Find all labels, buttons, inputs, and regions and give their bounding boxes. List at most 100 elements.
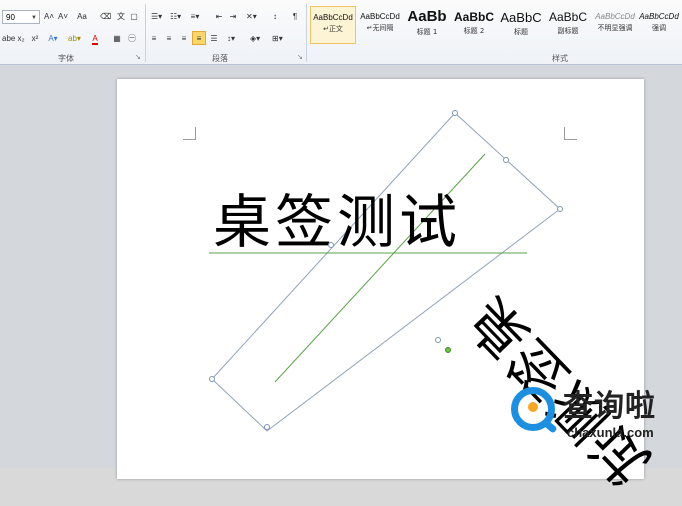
resize-handle[interactable]	[435, 337, 441, 343]
strikethrough-icon: abe	[2, 34, 16, 43]
char-border-button[interactable]: ▢	[129, 10, 139, 24]
style-heading-2[interactable]: AaBbC 标题 2	[451, 6, 497, 44]
superscript-button[interactable]: x²	[30, 32, 40, 46]
distribute-button[interactable]: ☰	[209, 32, 219, 46]
align-center-icon: ≡	[166, 34, 172, 43]
highlight-icon: ab▾	[68, 34, 81, 43]
style-normal[interactable]: AaBbCcDd ↵正文	[310, 6, 356, 44]
numbering-button[interactable]: ☷▾	[170, 10, 181, 24]
style-name: 标题	[514, 28, 528, 36]
style-preview: AaBbCcDd	[360, 12, 400, 21]
style-preview: AaBbC	[548, 10, 588, 24]
font-dialog-launcher-icon[interactable]: ↘	[135, 54, 142, 61]
style-preview: AaBbC	[500, 10, 542, 25]
shrink-font-icon: A˅	[58, 12, 69, 21]
resize-handle[interactable]	[328, 242, 334, 248]
char-scaling-button[interactable]: ✕▾	[246, 10, 257, 24]
watermark-logo: 查询啦 chaxunla.com	[505, 377, 675, 447]
text-effects-icon: A▾	[48, 34, 58, 43]
style-heading-1[interactable]: AaBb 标题 1	[404, 6, 450, 44]
enclose-char-icon: ㊀	[128, 34, 136, 43]
ribbon: 90 ▼ A˄ A˅ Aa ⌫ 文 ▢ abe x₂ x² A▾ ab▾ A ▦…	[0, 0, 682, 65]
decrease-indent-icon: ⇤	[215, 12, 223, 21]
clear-format-icon: ⌫	[100, 12, 112, 21]
subscript-button[interactable]: x₂	[16, 32, 26, 46]
style-subtle-emphasis[interactable]: AaBbCcDd 不明显强调	[592, 6, 638, 44]
change-case-button[interactable]: Aa	[77, 10, 87, 24]
style-subtitle[interactable]: AaBbC 副标题	[545, 6, 591, 44]
sort-icon: ↕	[273, 12, 277, 21]
resize-handle[interactable]	[452, 110, 458, 116]
distribute-icon: ☰	[210, 34, 218, 43]
style-preview: AaBb	[407, 8, 447, 25]
highlight-button[interactable]: ab▾	[68, 32, 81, 46]
char-scaling-icon: ✕▾	[246, 12, 257, 21]
shrink-font-button[interactable]: A˅	[58, 10, 68, 24]
style-name: 不明显强调	[597, 24, 633, 32]
magnifier-handle	[542, 419, 558, 434]
multilevel-list-button[interactable]: ≡▾	[190, 10, 200, 24]
style-preview: AaBbCcDd	[595, 12, 635, 21]
resize-handle[interactable]	[264, 424, 270, 430]
resize-handle[interactable]	[209, 376, 215, 382]
justify-button[interactable]: ≡	[192, 31, 206, 45]
borders-icon: ⊞▾	[272, 34, 283, 43]
style-emphasis[interactable]: AaBbCcDd 强调	[636, 6, 682, 44]
group-divider	[306, 4, 307, 62]
style-name: 标题 2	[463, 27, 485, 35]
resize-handle[interactable]	[557, 206, 563, 212]
paragraph-dialog-launcher-icon[interactable]: ↘	[297, 54, 304, 61]
text-effects-button[interactable]: A▾	[48, 32, 58, 46]
watermark-title: 查询啦	[563, 389, 656, 424]
align-left-icon: ≡	[151, 34, 157, 43]
show-marks-button[interactable]: ¶	[290, 10, 300, 24]
multilevel-list-icon: ≡▾	[190, 12, 200, 21]
font-group-label: 字体	[58, 54, 74, 63]
enclose-char-button[interactable]: ㊀	[127, 32, 137, 46]
watermark-url: chaxunla.com	[567, 425, 654, 440]
sort-button[interactable]: ↕	[270, 10, 280, 24]
decrease-indent-button[interactable]: ⇤	[214, 10, 224, 24]
group-divider	[145, 4, 146, 62]
styles-group-label: 样式	[552, 54, 568, 63]
numbering-icon: ☷▾	[170, 12, 182, 21]
chevron-down-icon[interactable]: ▼	[31, 11, 37, 25]
style-name: ↵无间隔	[366, 24, 394, 32]
justify-icon: ≡	[196, 34, 202, 43]
paint-bucket-icon: ◈▾	[250, 34, 261, 43]
font-size-value: 90	[6, 13, 15, 22]
style-preview: AaBbCcDd	[313, 13, 353, 22]
resize-handle[interactable]	[503, 157, 509, 163]
subscript-icon: x₂	[17, 34, 25, 43]
superscript-icon: x²	[31, 34, 39, 43]
font-size-combobox[interactable]: 90 ▼	[2, 10, 40, 24]
line-spacing-icon: ↕▾	[226, 34, 235, 43]
char-shading-button[interactable]: ▦	[112, 32, 122, 46]
grow-font-button[interactable]: A˄	[44, 10, 54, 24]
style-preview: AaBbCcDd	[639, 12, 679, 21]
rotate-handle[interactable]	[445, 347, 451, 353]
pilcrow-icon: ¶	[292, 12, 298, 21]
align-right-button[interactable]: ≡	[179, 32, 189, 46]
line-spacing-button[interactable]: ↕▾	[226, 32, 236, 46]
align-center-button[interactable]: ≡	[164, 32, 174, 46]
shading-button[interactable]: ◈▾	[250, 32, 260, 46]
font-color-button[interactable]: A	[90, 32, 100, 46]
main-text[interactable]: 桌签测试	[213, 175, 461, 259]
style-name: 副标题	[557, 27, 579, 35]
char-shading-icon: ▦	[113, 34, 121, 43]
style-preview: AaBbC	[453, 10, 494, 24]
strikethrough-button[interactable]: abe	[2, 32, 15, 46]
borders-button[interactable]: ⊞▾	[272, 32, 283, 46]
style-name: ↵正文	[323, 25, 343, 33]
align-left-button[interactable]: ≡	[149, 32, 159, 46]
paragraph-group-label: 段落	[212, 54, 228, 63]
bullets-icon: ☰▾	[151, 12, 163, 21]
style-title[interactable]: AaBbC 标题	[498, 6, 544, 44]
style-no-spacing[interactable]: AaBbCcDd ↵无间隔	[357, 6, 403, 44]
bullets-button[interactable]: ☰▾	[151, 10, 162, 24]
increase-indent-button[interactable]: ⇥	[228, 10, 238, 24]
grow-font-icon: A˄	[44, 12, 55, 21]
clear-format-button[interactable]: ⌫	[100, 10, 111, 24]
phonetic-guide-button[interactable]: 文	[116, 10, 126, 24]
